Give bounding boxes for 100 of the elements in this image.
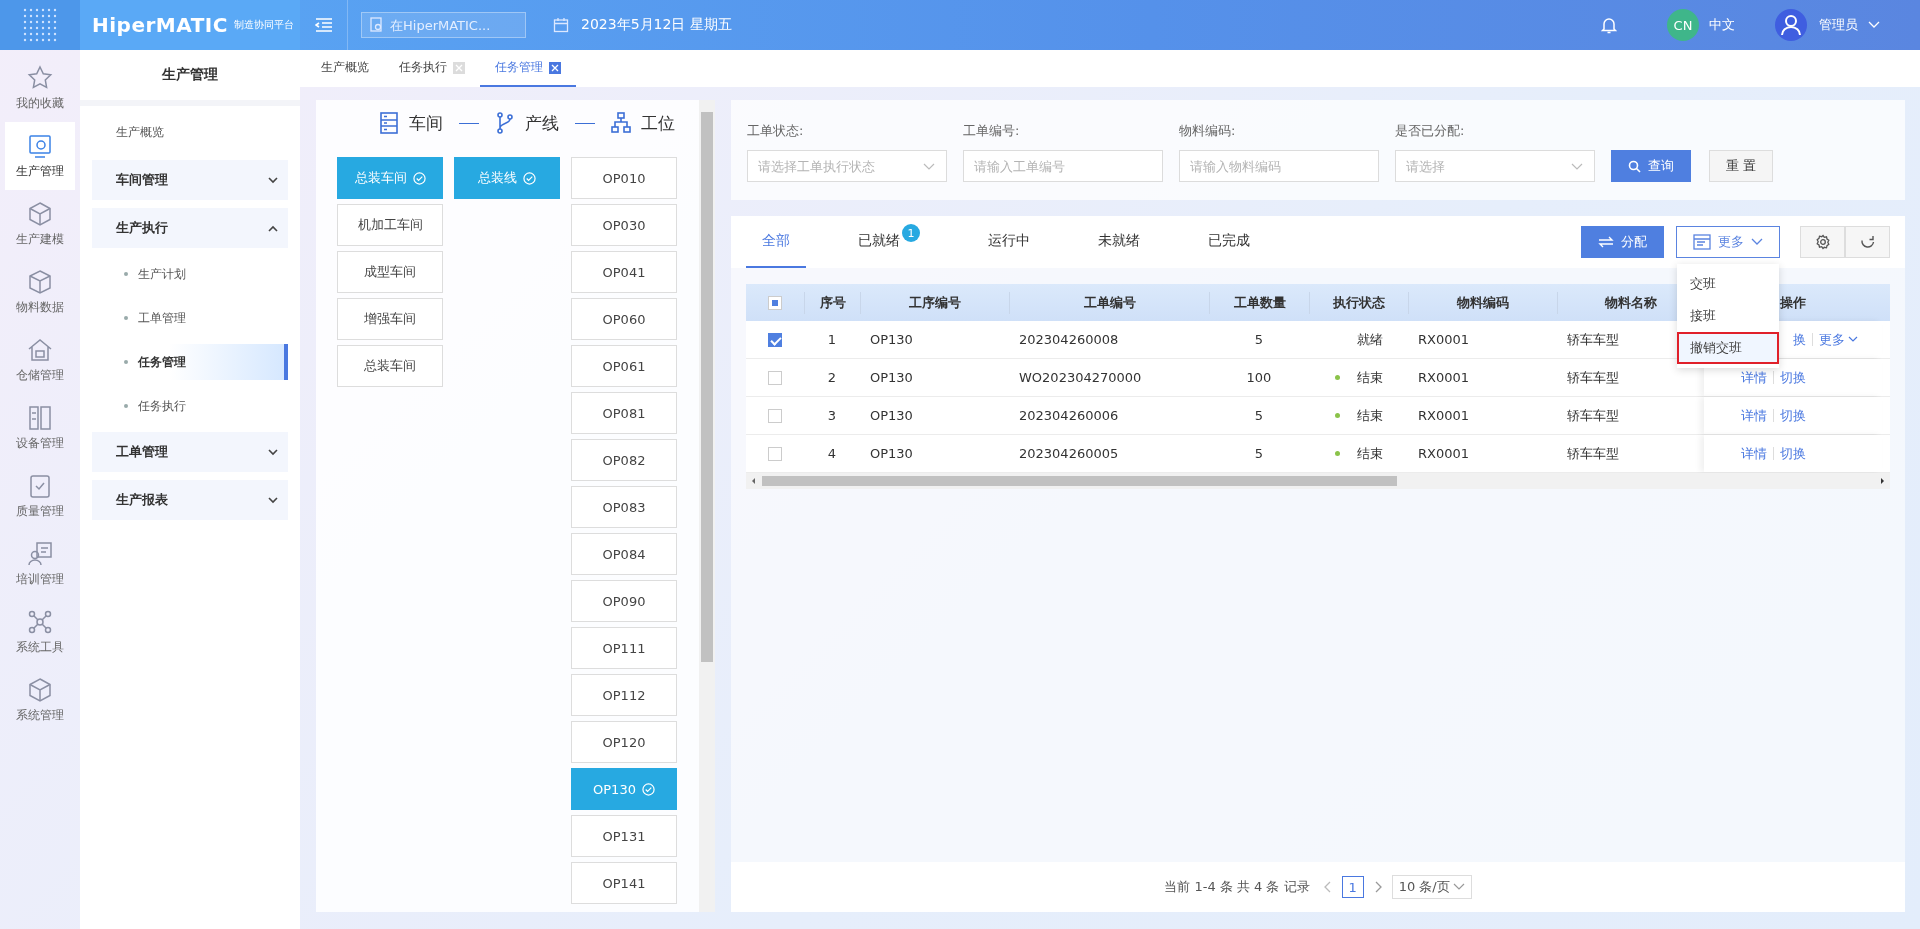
action-link[interactable]: 切换 — [1780, 406, 1806, 425]
dot-grid-logo-icon — [0, 0, 80, 50]
house-icon — [27, 336, 53, 363]
user-avatar-icon[interactable] — [1775, 9, 1807, 41]
network-icon — [27, 608, 53, 635]
menu-item[interactable]: 任务执行 — [92, 388, 288, 424]
menu-group[interactable]: 生产报表 — [92, 480, 288, 520]
station-option[interactable]: OP112 — [571, 674, 677, 716]
select-field[interactable]: 请选择工单执行状态 — [747, 150, 947, 182]
table-cell: 2 — [827, 370, 837, 385]
query-button[interactable]: 查询 — [1611, 150, 1691, 182]
settings-icon[interactable] — [1800, 226, 1845, 258]
status-tab[interactable]: 已就绪 1 — [842, 216, 936, 268]
sidebar-item[interactable]: 仓储管理 — [5, 326, 75, 394]
sidebar-item[interactable]: 质量管理 — [5, 462, 75, 530]
cube-icon — [27, 676, 53, 703]
more-link[interactable]: 更多 — [1819, 330, 1858, 349]
workshop-option[interactable]: 成型车间 — [337, 251, 443, 293]
next-page-icon[interactable] — [1373, 881, 1382, 893]
menu-item[interactable]: 生产计划 — [92, 256, 288, 292]
menu-group[interactable]: 工单管理 — [92, 432, 288, 472]
sidebar-label: 培训管理 — [16, 570, 64, 588]
input-field[interactable]: 请输入工单编号 — [963, 150, 1163, 182]
menu-item[interactable]: 撤销交班 — [1677, 332, 1779, 364]
page-number[interactable]: 1 — [1341, 876, 1364, 898]
page-tab[interactable]: 任务管理 — [480, 50, 576, 87]
sidebar-item[interactable]: 系统管理 — [5, 666, 75, 734]
refresh-icon[interactable] — [1845, 226, 1890, 258]
menu-group-label: 生产执行 — [116, 219, 168, 237]
chevron-down-icon — [1452, 883, 1465, 891]
scroll-right-icon[interactable] — [1878, 477, 1886, 485]
filter-label: 工单编号: — [963, 122, 1021, 140]
row-checkbox[interactable] — [768, 370, 782, 385]
action-link[interactable]: 详情 — [1741, 406, 1767, 425]
action-link[interactable]: 切换 — [1780, 444, 1806, 463]
sidebar-item[interactable]: 设备管理 — [5, 394, 75, 462]
menu-item[interactable]: 生产概览 — [92, 112, 288, 152]
pagination-summary: 当前 1-4 条 共 4 条 记录 — [1164, 878, 1310, 896]
sidebar-item[interactable]: 培训管理 — [5, 530, 75, 598]
workshop-option[interactable]: 机加工车间 — [337, 204, 443, 246]
sidebar-item[interactable]: 生产建模 — [5, 190, 75, 258]
menu-group[interactable]: 生产执行 — [92, 208, 288, 248]
reset-button[interactable]: 重 置 — [1709, 150, 1774, 182]
status-tab[interactable]: 未就绪 — [1082, 216, 1156, 268]
check-circle-icon — [412, 171, 426, 185]
select-field[interactable]: 请选择 — [1395, 150, 1595, 182]
sidebar-item[interactable]: 生产管理 — [5, 122, 75, 190]
more-button[interactable]: 更多 — [1676, 226, 1780, 258]
close-icon[interactable] — [549, 61, 561, 74]
scrollbar[interactable] — [699, 100, 715, 912]
station-option[interactable]: OP120 — [571, 721, 677, 763]
station-option[interactable]: OP083 — [571, 486, 677, 528]
scroll-left-icon[interactable] — [750, 477, 758, 485]
station-option[interactable]: OP082 — [571, 439, 677, 481]
horizontal-scrollbar[interactable] — [746, 473, 1890, 489]
action-link[interactable]: 详情 — [1741, 444, 1767, 463]
column-header: 执行状态 — [1309, 291, 1408, 314]
status-tab[interactable]: 全部 — [746, 216, 806, 268]
input-field[interactable]: 请输入物料编码 — [1179, 150, 1379, 182]
station-option[interactable]: OP060 — [571, 298, 677, 340]
sidebar-item[interactable]: 我的收藏 — [5, 54, 75, 122]
station-option[interactable]: OP090 — [571, 580, 677, 622]
station-option[interactable]: OP081 — [571, 392, 677, 434]
row-checkbox[interactable] — [768, 446, 782, 461]
sidebar-item[interactable]: 系统工具 — [5, 598, 75, 666]
station-option[interactable]: OP141 — [571, 862, 677, 904]
chevron-down-icon[interactable] — [1868, 21, 1880, 29]
menu-group[interactable]: 车间管理 — [92, 160, 288, 200]
action-link[interactable]: 详情 — [1741, 368, 1767, 387]
station-option[interactable]: OP084 — [571, 533, 677, 575]
row-checkbox[interactable] — [768, 332, 782, 347]
page-tab[interactable]: 任务执行 — [384, 50, 480, 87]
menu-group-label: 车间管理 — [116, 171, 168, 189]
sidebar-item[interactable]: 物料数据 — [5, 258, 75, 326]
column-heading: 工位 — [641, 111, 675, 135]
action-link[interactable]: 换 — [1793, 330, 1806, 349]
station-option[interactable]: OP111 — [571, 627, 677, 669]
row-checkbox[interactable] — [768, 408, 782, 423]
status-tab[interactable]: 已完成 — [1192, 216, 1266, 268]
select-all-checkbox[interactable] — [768, 295, 782, 310]
page-tab[interactable]: 生产概览 — [306, 50, 384, 87]
station-option[interactable]: OP010 — [571, 157, 677, 199]
workshop-option[interactable]: 增强车间 — [337, 298, 443, 340]
workshop-option[interactable]: 总装车间 — [337, 345, 443, 387]
user-name[interactable]: 管理员 — [1819, 16, 1858, 34]
station-option[interactable]: OP061 — [571, 345, 677, 387]
menu-item[interactable]: 工单管理 — [92, 300, 288, 336]
action-link[interactable]: 切换 — [1780, 368, 1806, 387]
station-option[interactable]: OP030 — [571, 204, 677, 246]
chevron-icon — [268, 448, 278, 456]
page-size-select[interactable]: 10 条/页 — [1391, 875, 1472, 899]
assign-button[interactable]: 分配 — [1581, 226, 1664, 258]
table-cell: OP130 — [870, 332, 913, 347]
status-tab[interactable]: 运行中 — [972, 216, 1046, 268]
previous-page-icon[interactable] — [1323, 881, 1332, 893]
station-option[interactable]: OP041 — [571, 251, 677, 293]
bell-icon[interactable] — [1601, 16, 1617, 34]
station-option[interactable]: OP131 — [571, 815, 677, 857]
table-cell: 轿车车型 — [1567, 406, 1619, 425]
table-cell: 结束 — [1356, 444, 1383, 463]
